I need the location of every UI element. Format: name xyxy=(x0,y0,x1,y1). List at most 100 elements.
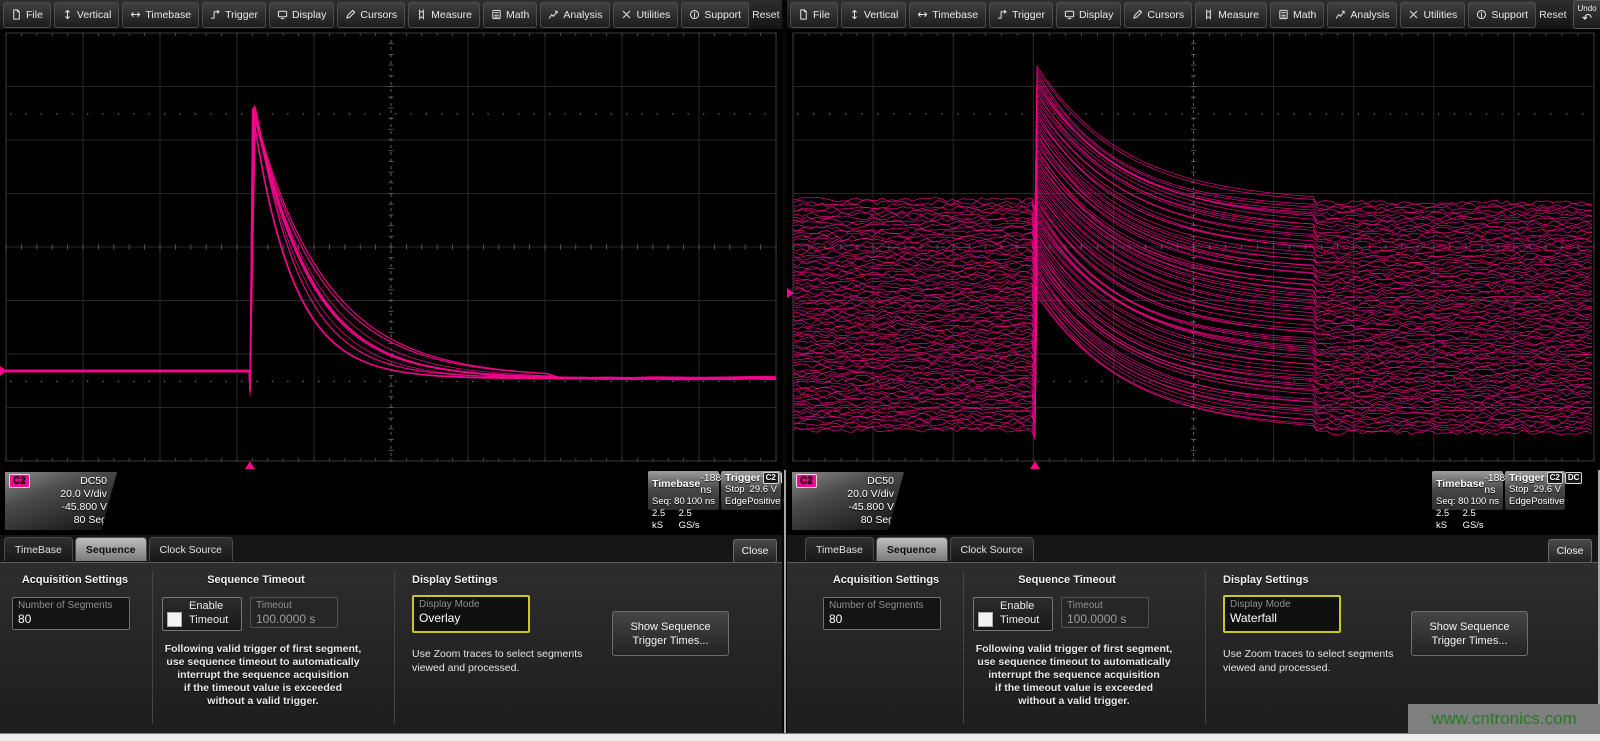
sequence-timeout-note: Following valid trigger of first segment… xyxy=(953,643,1195,708)
waveform-display-waterfall xyxy=(787,30,1600,470)
watermark: www.cntronics.com xyxy=(1408,704,1600,733)
show-sequence-trigger-times-button[interactable]: Show Sequence Trigger Times... xyxy=(612,611,729,656)
scope-panel-left: FileVerticalTimebaseTriggerDisplayCursor… xyxy=(0,0,782,741)
timeout-field[interactable]: Timeout 100.0000 s xyxy=(250,597,338,628)
menu-item-vertical[interactable]: Vertical xyxy=(54,2,119,28)
tab-clock-source[interactable]: Clock Source xyxy=(149,537,233,561)
display-icon xyxy=(1064,9,1075,20)
tab-clock-source[interactable]: Clock Source xyxy=(950,537,1034,561)
zoom-traces-hint: Use Zoom traces to select segments viewe… xyxy=(1223,647,1401,675)
reset-button[interactable]: Reset xyxy=(752,9,779,21)
waveform-display-overlay xyxy=(0,30,782,470)
trigger-icon xyxy=(997,9,1008,20)
undo-button[interactable]: Undo ↶ xyxy=(1573,0,1600,29)
trigger-descriptor[interactable]: TriggerC2DC Stop29.6 V EdgePositive xyxy=(721,471,781,510)
panel-divider-line xyxy=(784,470,786,741)
menu-item-cursors[interactable]: Cursors xyxy=(337,2,405,28)
display-mode-select[interactable]: Display Mode Waterfall xyxy=(1223,595,1341,633)
timebase-icon xyxy=(917,9,928,20)
cursors-icon xyxy=(1132,9,1143,20)
number-of-segments-field[interactable]: Number of Segments 80 xyxy=(12,597,130,630)
menu-item-analysis[interactable]: Analysis xyxy=(540,2,610,28)
tab-sequence[interactable]: Sequence xyxy=(75,537,147,561)
vertical-icon xyxy=(62,9,73,20)
display-mode-value: Waterfall xyxy=(1225,610,1339,627)
channel-badge: C2 xyxy=(796,474,817,488)
measure-icon xyxy=(416,9,427,20)
channel-coupling: DC50 xyxy=(867,475,894,488)
menu-item-support[interactable]: Support xyxy=(681,2,749,28)
sequence-tab-body: Acquisition Settings Number of Segments … xyxy=(0,562,782,734)
tab-sequence[interactable]: Sequence xyxy=(876,537,948,561)
section-divider xyxy=(1205,571,1206,724)
menu-item-trigger[interactable]: Trigger xyxy=(989,2,1053,28)
channel-offset: -45.800 V xyxy=(9,501,107,514)
waveform-svg-overlay xyxy=(0,30,782,470)
display-settings-header: Display Settings xyxy=(412,574,498,586)
menu-item-math[interactable]: Math xyxy=(483,2,537,28)
analysis-icon xyxy=(1335,9,1346,20)
enable-timeout-checkbox[interactable]: EnableTimeout xyxy=(162,597,242,631)
menu-item-utilities[interactable]: Utilities xyxy=(1400,2,1465,28)
channel-segments: 80 Seg xyxy=(796,514,894,527)
show-sequence-trigger-times-button[interactable]: Show Sequence Trigger Times... xyxy=(1411,611,1528,656)
trigger-icon xyxy=(210,9,221,20)
number-of-segments-field[interactable]: Number of Segments 80 xyxy=(823,597,941,630)
timebase-icon xyxy=(130,9,141,20)
utilities-icon xyxy=(1408,9,1419,20)
menu-bar: FileVerticalTimebaseTriggerDisplayCursor… xyxy=(787,0,1600,30)
section-divider xyxy=(394,571,395,724)
timebase-descriptor[interactable]: Timebase-188 ns Seq: 80100 ns 2.5 kS2.5 … xyxy=(1432,471,1503,510)
waveform-svg-waterfall xyxy=(787,30,1600,470)
close-button[interactable]: Close xyxy=(733,539,777,563)
undo-icon: ↶ xyxy=(1582,12,1592,24)
trigger-descriptor[interactable]: TriggerC2DC Stop29.6 V EdgePositive xyxy=(1505,471,1565,510)
tab-timebase[interactable]: TimeBase xyxy=(805,537,874,561)
file-icon xyxy=(798,9,809,20)
menu-item-trigger[interactable]: Trigger xyxy=(202,2,266,28)
timebase-descriptor[interactable]: Timebase-188 ns Seq: 80100 ns 2.5 kS2.5 … xyxy=(648,471,719,510)
zoom-traces-hint: Use Zoom traces to select segments viewe… xyxy=(412,647,590,675)
close-button[interactable]: Close xyxy=(1548,539,1592,563)
math-icon xyxy=(491,9,502,20)
menu-item-utilities[interactable]: Utilities xyxy=(613,2,678,28)
sequence-timeout-header: Sequence Timeout xyxy=(986,574,1148,586)
menu-item-support[interactable]: Support xyxy=(1468,2,1536,28)
menu-item-file[interactable]: File xyxy=(790,2,838,28)
channel-coupling: DC50 xyxy=(80,475,107,488)
channel-descriptor-c2[interactable]: C2 DC50 20.0 V/div -45.800 V 80 Seg xyxy=(792,472,904,530)
tab-timebase[interactable]: TimeBase xyxy=(4,537,73,561)
channel-badge: C2 xyxy=(9,474,30,488)
display-mode-select[interactable]: Display Mode Overlay xyxy=(412,595,530,633)
sequence-timeout-note: Following valid trigger of first segment… xyxy=(142,643,384,708)
menu-item-timebase[interactable]: Timebase xyxy=(122,2,199,28)
support-icon xyxy=(689,9,700,20)
menu-item-math[interactable]: Math xyxy=(1270,2,1324,28)
menu-item-vertical[interactable]: Vertical xyxy=(841,2,906,28)
trigger-coupling-badge: DC xyxy=(1565,472,1583,484)
sequence-timeout-header: Sequence Timeout xyxy=(175,574,337,586)
timebase-dialog: TimeBase Sequence Clock Source Close Acq… xyxy=(0,535,782,741)
menu-right-group: Reset Undo ↶ xyxy=(1539,0,1600,29)
menu-item-cursors[interactable]: Cursors xyxy=(1124,2,1192,28)
reset-button[interactable]: Reset xyxy=(1539,9,1566,21)
dialog-tabs: TimeBase Sequence Clock Source xyxy=(4,537,233,561)
acquisition-settings-header: Acquisition Settings xyxy=(14,574,136,586)
menu-item-measure[interactable]: Measure xyxy=(1195,2,1267,28)
menu-item-analysis[interactable]: Analysis xyxy=(1327,2,1397,28)
menu-item-display[interactable]: Display xyxy=(1056,2,1121,28)
menu-bar: FileVerticalTimebaseTriggerDisplayCursor… xyxy=(0,0,782,30)
trigger-source-badge: C2 xyxy=(763,472,779,484)
checkbox-box xyxy=(978,612,993,627)
channel-vdiv: 20.0 V/div xyxy=(796,488,894,501)
menu-item-measure[interactable]: Measure xyxy=(408,2,480,28)
menu-item-file[interactable]: File xyxy=(3,2,51,28)
vertical-icon xyxy=(849,9,860,20)
enable-timeout-checkbox[interactable]: EnableTimeout xyxy=(973,597,1053,631)
timeout-field[interactable]: Timeout 100.0000 s xyxy=(1061,597,1149,628)
menu-item-timebase[interactable]: Timebase xyxy=(909,2,986,28)
channel-vdiv: 20.0 V/div xyxy=(9,488,107,501)
file-icon xyxy=(11,9,22,20)
menu-item-display[interactable]: Display xyxy=(269,2,334,28)
channel-descriptor-c2[interactable]: C2 DC50 20.0 V/div -45.800 V 80 Seg xyxy=(5,472,117,530)
